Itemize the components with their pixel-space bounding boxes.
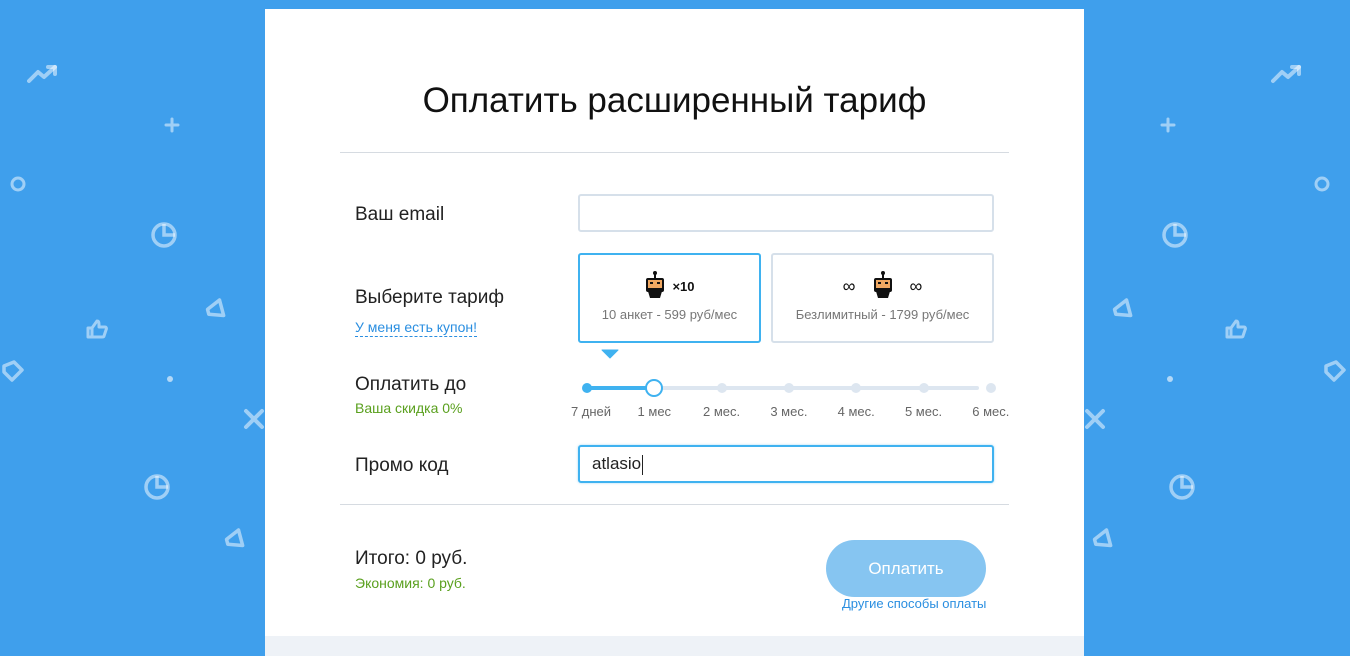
plus-icon xyxy=(164,117,180,133)
thumbs-up-icon xyxy=(86,319,108,339)
title-divider xyxy=(340,152,1009,153)
dot-icon xyxy=(1167,376,1173,382)
period-label: Оплатить до xyxy=(355,374,467,395)
summary-divider xyxy=(340,504,1009,505)
period-slider-fill xyxy=(587,386,655,390)
savings-amount: Экономия: 0 руб. xyxy=(355,575,466,591)
email-label: Ваш email xyxy=(355,204,445,225)
close-x-icon xyxy=(244,409,264,429)
period-slider-knob[interactable] xyxy=(645,379,664,397)
period-slider-stop[interactable] xyxy=(582,383,592,393)
trend-up-icon xyxy=(27,65,57,83)
plan-description: 10 анкет - 599 руб/мес xyxy=(601,307,738,322)
pay-button[interactable]: Оплатить xyxy=(826,540,986,597)
period-option-label[interactable]: 7 дней xyxy=(571,404,611,419)
period-slider-stop[interactable] xyxy=(918,383,929,393)
page-title: Оплатить расширенный тариф xyxy=(422,81,927,120)
plan-description: Безлимитный - 1799 руб/мес xyxy=(795,307,970,322)
period-slider-stop[interactable] xyxy=(851,383,862,393)
plan-option-10[interactable]: ×10 10 анкет - 599 руб/мес xyxy=(578,253,761,343)
plan-badge: ×10 xyxy=(672,278,695,294)
pie-chart-icon xyxy=(151,222,177,248)
promo-input[interactable]: atlasio xyxy=(578,445,994,483)
card-footer xyxy=(265,636,1084,656)
other-payment-methods-link[interactable]: Другие способы оплаты xyxy=(842,596,986,611)
megaphone-icon xyxy=(1092,528,1113,548)
period-slider-stop[interactable] xyxy=(716,383,727,393)
period-option-label[interactable]: 2 мес. xyxy=(703,404,740,419)
circle-icon xyxy=(1314,176,1330,192)
pie-chart-icon xyxy=(1162,222,1188,248)
tag-icon xyxy=(1324,360,1346,382)
pie-chart-icon xyxy=(1169,474,1195,500)
bearded-robot-icon xyxy=(873,271,892,298)
dot-icon xyxy=(167,376,173,382)
period-option-label[interactable]: 6 мес. xyxy=(972,404,1009,419)
period-option-label[interactable]: 1 мес xyxy=(638,404,672,419)
period-option-label[interactable]: 5 мес. xyxy=(905,404,942,419)
total-amount: Итого: 0 руб. xyxy=(355,548,468,569)
infinity-icon: ∞ xyxy=(909,275,923,296)
period-option-label[interactable]: 4 мес. xyxy=(838,404,875,419)
plus-icon xyxy=(1160,117,1176,133)
promo-value: atlasio xyxy=(592,454,642,473)
period-slider-stop[interactable] xyxy=(783,383,794,393)
plan-label: Выберите тариф xyxy=(355,287,504,308)
close-x-icon xyxy=(1085,409,1105,429)
megaphone-icon xyxy=(224,528,245,548)
tag-icon xyxy=(2,360,24,382)
promo-label: Промо код xyxy=(355,455,449,476)
coupon-link[interactable]: У меня есть купон! xyxy=(355,318,478,337)
bearded-robot-icon xyxy=(646,271,665,298)
pie-chart-icon xyxy=(144,474,170,500)
thumbs-up-icon xyxy=(1225,319,1247,339)
circle-icon xyxy=(10,176,26,192)
selected-plan-pointer-icon xyxy=(601,349,619,359)
email-input[interactable] xyxy=(578,194,994,232)
megaphone-icon xyxy=(205,298,226,318)
plan-option-unlimited[interactable]: ∞ ∞ Безлимитный - 1799 руб/мес xyxy=(771,253,994,343)
payment-card: Оплатить расширенный тариф Ваш email Выб… xyxy=(265,9,1084,656)
text-caret xyxy=(642,454,644,475)
period-slider-stop[interactable] xyxy=(985,383,996,393)
trend-up-icon xyxy=(1271,65,1301,83)
discount-text: Ваша скидка 0% xyxy=(355,400,463,416)
megaphone-icon xyxy=(1112,298,1133,318)
infinity-icon: ∞ xyxy=(842,275,856,296)
period-option-label[interactable]: 3 мес. xyxy=(770,404,807,419)
